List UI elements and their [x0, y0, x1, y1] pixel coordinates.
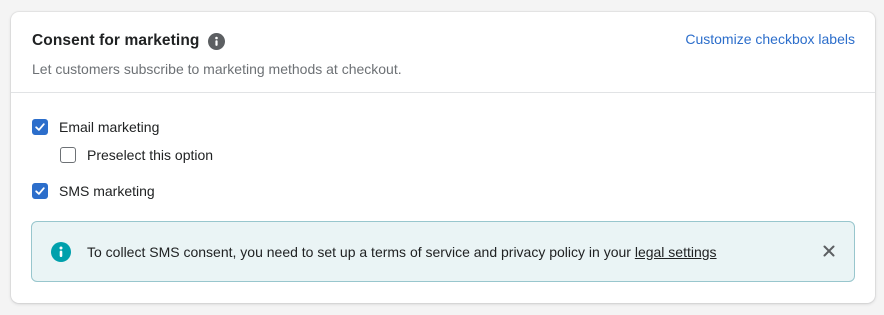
banner-message: To collect SMS consent, you need to set … — [87, 244, 717, 260]
email-marketing-label: Email marketing — [59, 119, 160, 135]
sms-consent-info-banner: To collect SMS consent, you need to set … — [31, 221, 855, 282]
sms-marketing-checkbox[interactable] — [32, 183, 48, 199]
legal-settings-link[interactable]: legal settings — [635, 244, 717, 260]
checkmark-icon — [35, 187, 45, 195]
preselect-option[interactable]: Preselect this option — [32, 145, 855, 165]
info-circle-icon — [51, 241, 71, 262]
customize-checkbox-labels-link[interactable]: Customize checkbox labels — [685, 31, 855, 47]
close-icon[interactable] — [822, 244, 836, 258]
section-title: Consent for marketing — [32, 32, 200, 49]
email-marketing-option[interactable]: Email marketing — [32, 117, 855, 137]
preselect-checkbox[interactable] — [60, 147, 76, 163]
email-marketing-checkbox[interactable] — [32, 119, 48, 135]
sms-marketing-option[interactable]: SMS marketing — [32, 181, 855, 201]
section-subtitle: Let customers subscribe to marketing met… — [32, 61, 402, 77]
checkmark-icon — [35, 123, 45, 131]
card-header: Consent for marketing Let customers subs… — [11, 12, 875, 93]
card-body: Email marketing Preselect this option SM… — [11, 93, 875, 282]
banner-message-text: To collect SMS consent, you need to set … — [87, 243, 635, 260]
sms-marketing-label: SMS marketing — [59, 183, 155, 199]
preselect-label: Preselect this option — [87, 147, 214, 163]
marketing-consent-card: Consent for marketing Let customers subs… — [11, 12, 875, 303]
info-icon[interactable] — [208, 32, 226, 50]
